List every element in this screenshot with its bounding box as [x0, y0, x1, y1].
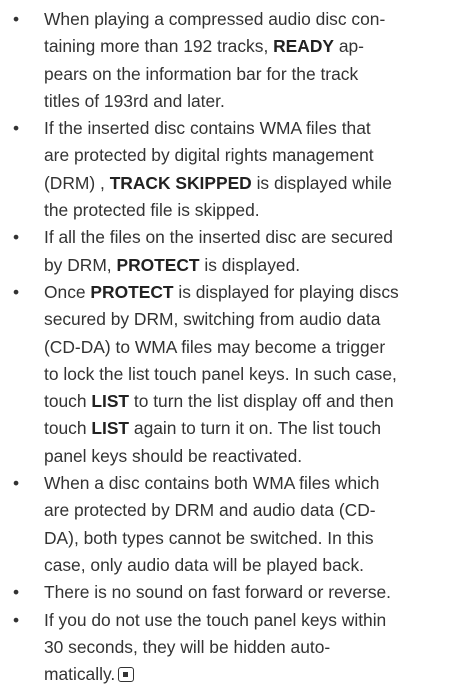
text-line: matically.: [44, 664, 116, 685]
text-line: to lock the list touch panel keys. In su…: [44, 363, 397, 384]
display-term: READY: [273, 36, 334, 57]
list-item: If all the files on the inserted disc ar…: [13, 224, 443, 279]
end-of-section-icon: [118, 667, 135, 683]
text-line: If all the files on the inserted disc ar…: [44, 227, 393, 248]
document-page: When playing a compressed audio disc con…: [0, 0, 453, 696]
text-line: are protected by DRM and audio data (CD-: [44, 500, 376, 521]
text-line: case, only audio data will be played bac…: [44, 554, 364, 575]
text-line: is displayed for playing discs: [173, 281, 399, 302]
text-line: taining more than 192 tracks,: [44, 36, 274, 57]
display-term: PROTECT: [90, 281, 174, 302]
text-line: There is no sound on fast forward or rev…: [44, 582, 392, 603]
list-item: If you do not use the touch panel keys w…: [13, 607, 443, 689]
text-line: by DRM,: [44, 254, 117, 275]
bullet-icon: [13, 470, 23, 497]
bullet-icon: [13, 224, 23, 251]
text-line: If you do not use the touch panel keys w…: [44, 609, 387, 630]
text-line: again to turn it on. The list touch: [129, 418, 382, 439]
text-line: are protected by digital rights manageme…: [44, 145, 374, 166]
bullet-icon: [13, 6, 23, 33]
bullet-icon: [13, 279, 23, 306]
text-line: panel keys should be reactivated.: [44, 445, 303, 466]
text-line: touch: [44, 391, 92, 412]
text-line: to turn the list display off and then: [129, 391, 394, 412]
text-line: (DRM) ,: [44, 172, 110, 193]
text-line: If the inserted disc contains WMA files …: [44, 118, 371, 139]
text-line: titles of 193rd and later.: [44, 90, 225, 111]
text-line: 30 seconds, they will be hidden auto-: [44, 636, 331, 657]
list-item: If the inserted disc contains WMA files …: [13, 115, 443, 224]
text-line: pears on the information bar for the tra…: [44, 63, 359, 84]
text-line: the protected file is skipped.: [44, 200, 260, 221]
text-line: DA), both types cannot be switched. In t…: [44, 527, 374, 548]
key-label: LIST: [91, 391, 130, 412]
text-line: ap-: [334, 36, 364, 57]
notes-list: When playing a compressed audio disc con…: [13, 6, 443, 688]
text-line: is displayed.: [199, 254, 301, 275]
text-line: is displayed while: [251, 172, 392, 193]
display-term: PROTECT: [116, 254, 200, 275]
bullet-icon: [13, 607, 23, 634]
text-line: When a disc contains both WMA files whic…: [44, 473, 380, 494]
list-item: There is no sound on fast forward or rev…: [13, 579, 443, 606]
bullet-icon: [13, 115, 23, 142]
text-line: secured by DRM, switching from audio dat…: [44, 309, 381, 330]
list-item: When playing a compressed audio disc con…: [13, 6, 443, 115]
key-label: LIST: [91, 418, 130, 439]
text-line: When playing a compressed audio disc con…: [44, 9, 386, 29]
text-line: touch: [44, 418, 92, 439]
text-line: (CD-DA) to WMA files may become a trigge…: [44, 336, 386, 357]
list-item: Once PROTECT is displayed for playing di…: [13, 279, 443, 470]
text-line: Once: [44, 281, 91, 302]
display-term: TRACK SKIPPED: [109, 172, 252, 193]
bullet-icon: [13, 579, 23, 606]
list-item: When a disc contains both WMA files whic…: [13, 470, 443, 579]
